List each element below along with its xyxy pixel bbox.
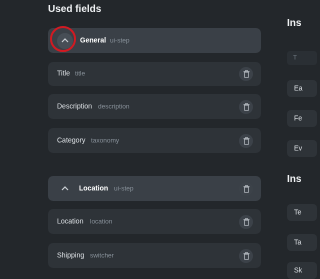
side-item-label: Fe — [294, 115, 303, 122]
trash-icon[interactable] — [239, 181, 253, 196]
field-type: switcher — [90, 252, 114, 259]
side-item[interactable]: Sk — [287, 262, 317, 279]
field-shipping[interactable]: Shipping switcher — [48, 243, 261, 268]
side-item[interactable]: Fe — [287, 110, 317, 127]
highlight-circle — [50, 26, 76, 52]
field-type: title — [75, 70, 86, 78]
field-label: Shipping — [57, 252, 85, 259]
side-item-label: Sk — [294, 267, 303, 274]
step-label: Location — [79, 185, 109, 192]
field-location[interactable]: Location location — [48, 209, 261, 234]
step-general[interactable]: General ui-step — [48, 28, 261, 53]
side-item-label: Ta — [294, 239, 302, 246]
used-fields-title: Used fields — [48, 4, 102, 15]
step-label: General — [80, 37, 107, 44]
step-type: ui-step — [110, 37, 130, 44]
field-label: Location — [57, 218, 84, 225]
side-search-input[interactable]: T — [287, 51, 317, 65]
trash-icon[interactable] — [239, 99, 253, 114]
side-item[interactable]: Ev — [287, 140, 317, 157]
side-item-label: Ev — [294, 145, 303, 152]
field-description[interactable]: Description description — [48, 94, 261, 119]
field-type: taxonomy — [91, 137, 120, 144]
side-item-label: Te — [294, 209, 302, 216]
trash-icon[interactable] — [239, 133, 253, 148]
side-item[interactable]: Ta — [287, 234, 317, 251]
field-title[interactable]: Title title — [48, 62, 261, 86]
used-fields-panel: Used fields General ui-step Title title … — [0, 0, 317, 279]
field-label: Category — [57, 137, 86, 144]
step-type: ui-step — [114, 185, 134, 192]
trash-icon[interactable] — [239, 67, 253, 81]
step-location[interactable]: Location ui-step — [48, 176, 261, 201]
field-type: description — [98, 103, 130, 110]
field-label: Title — [57, 70, 70, 78]
side-section-title: Ins — [287, 174, 302, 185]
trash-icon[interactable] — [239, 248, 253, 263]
field-label: Description — [57, 103, 93, 110]
side-item[interactable]: Te — [287, 204, 317, 221]
chevron-up-icon[interactable] — [57, 181, 73, 197]
field-type: location — [90, 218, 113, 225]
side-section-title: Ins — [287, 18, 302, 29]
trash-icon[interactable] — [239, 214, 253, 229]
side-item-label: Ea — [294, 85, 303, 92]
field-category[interactable]: Category taxonomy — [48, 128, 261, 153]
side-search-placeholder: T — [293, 54, 297, 62]
side-item[interactable]: Ea — [287, 80, 317, 97]
